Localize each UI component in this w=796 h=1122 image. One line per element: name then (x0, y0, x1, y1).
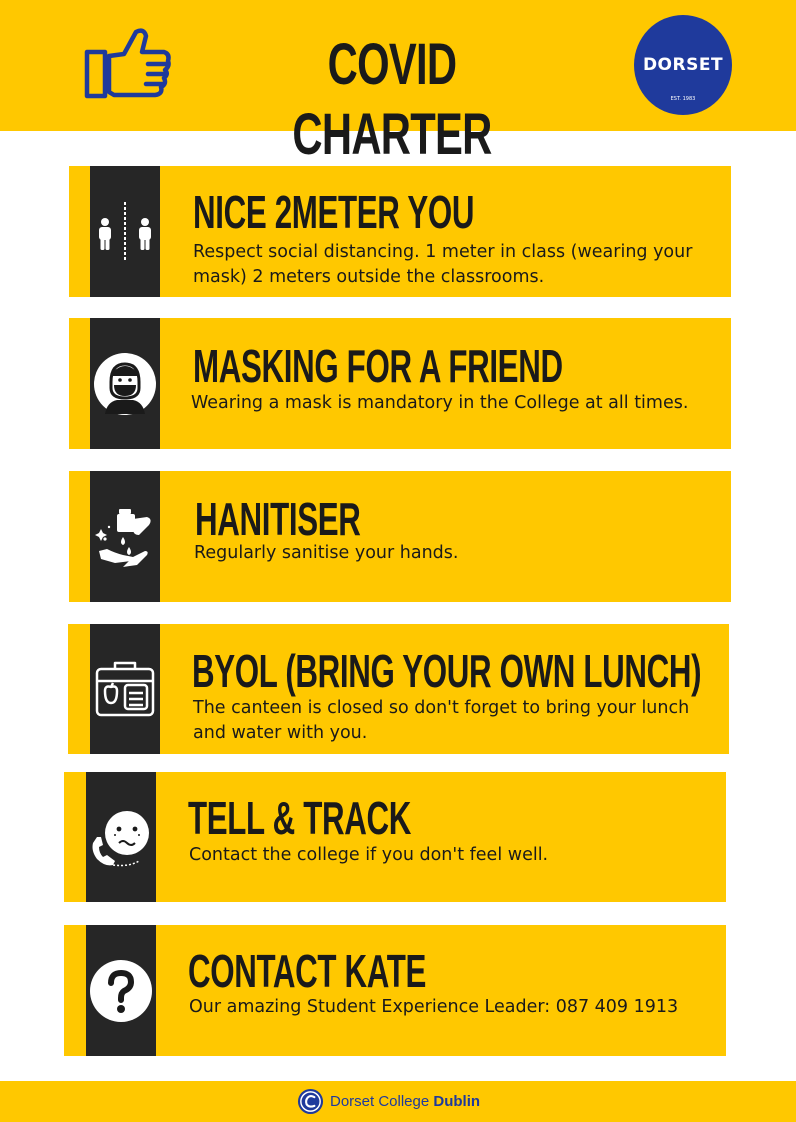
card-description-line: The canteen is closed so don't forget to… (193, 698, 690, 718)
card-description-line: Our amazing Student Experience Leader: 0… (189, 997, 679, 1017)
card-title: TELL & TRACK (188, 792, 411, 844)
lunchbox-icon (95, 661, 155, 717)
footer-name-bold: Dublin (433, 1093, 481, 1110)
social-distancing-icon (99, 201, 151, 262)
card-description-line: Respect social distancing. 1 meter in cl… (193, 242, 693, 262)
page-title: COVID CHARTER (292, 32, 492, 167)
card-description: Our amazing Student Experience Leader: 0… (189, 995, 678, 1020)
card-title: CONTACT KATE (188, 945, 427, 997)
card-description-line: Contact the college if you don't feel we… (189, 845, 549, 865)
card-title: MASKING FOR A FRIEND (193, 340, 563, 392)
card-title: BYOL (BRING YOUR OWN LUNCH) (192, 645, 702, 697)
card-description-line: mask) 2 meters outside the classrooms. (193, 267, 545, 287)
sick-phone-call-icon (92, 811, 149, 867)
face-mask-icon (94, 352, 156, 415)
dorset-logo: DORSET EST. 1983 (634, 15, 732, 115)
charter-card-sanitiser: HANITISER Regularly sanitise your hands. (69, 471, 731, 602)
logo-text: DORSET (642, 55, 724, 75)
question-mark-icon (90, 959, 152, 1022)
logo-established: EST. 1983 (670, 96, 696, 102)
charter-card-tell-track: TELL & TRACK Contact the college if you … (64, 772, 726, 902)
card-description: Contact the college if you don't feel we… (189, 843, 548, 868)
footer-college-name: Dorset College Dublin (330, 1093, 480, 1111)
charter-card-distancing: NICE 2METER YOU Respect social distancin… (69, 166, 731, 297)
footer-name-regular: Dorset College (330, 1093, 434, 1110)
card-description: Respect social distancing. 1 meter in cl… (193, 240, 692, 290)
card-description-line: Regularly sanitise your hands. (194, 543, 459, 563)
card-title: NICE 2METER YOU (193, 186, 475, 238)
footer-banner: Dorset College Dublin (0, 1081, 796, 1122)
header-banner: COVID CHARTER DORSET EST. 1983 (0, 0, 796, 167)
charter-card-contact: CONTACT KATE Our amazing Student Experie… (64, 925, 726, 1056)
charter-card-lunch: BYOL (BRING YOUR OWN LUNCH) The canteen … (68, 624, 729, 754)
card-title: HANITISER (195, 493, 361, 545)
card-description: The canteen is closed so don't forget to… (193, 696, 689, 746)
thumbs-up-icon (84, 28, 171, 99)
card-description: Regularly sanitise your hands. (194, 541, 458, 566)
card-description-line: and water with you. (193, 723, 368, 743)
hand-sanitiser-icon (95, 508, 151, 567)
dorset-mark-icon (297, 1088, 324, 1115)
card-description: Wearing a mask is mandatory in the Colle… (191, 391, 688, 416)
charter-card-mask: MASKING FOR A FRIEND Wearing a mask is m… (69, 318, 731, 449)
card-description-line: Wearing a mask is mandatory in the Colle… (191, 393, 689, 413)
